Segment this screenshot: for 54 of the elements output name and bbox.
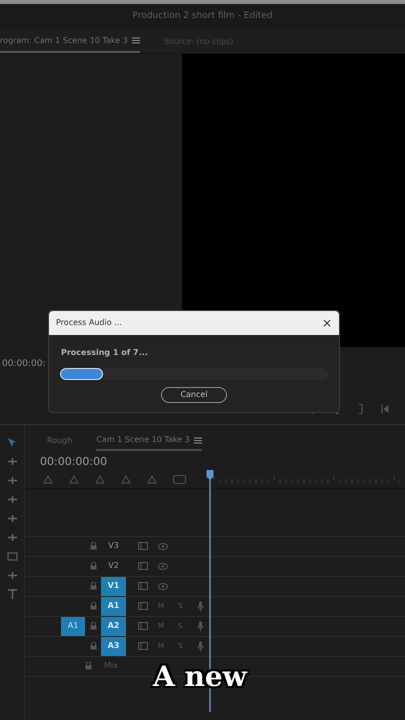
menu-icon[interactable]: [132, 37, 140, 44]
window-title: Production 2 short film - Edited: [132, 10, 272, 24]
go-to-in-icon[interactable]: [381, 404, 389, 414]
lock-icon[interactable]: [90, 542, 96, 550]
lock-icon[interactable]: [85, 662, 92, 670]
tool-icon[interactable]: [6, 570, 18, 581]
track-target[interactable]: A2: [101, 616, 126, 636]
lock-icon[interactable]: [90, 562, 96, 570]
eye-icon[interactable]: [158, 542, 168, 550]
microphone-icon[interactable]: [196, 620, 204, 632]
eye-icon[interactable]: [158, 562, 168, 570]
close-button[interactable]: ×: [322, 317, 332, 329]
lock-icon[interactable]: [90, 602, 96, 610]
timecode: 00:00:00:00: [39, 454, 108, 470]
sequence-tab[interactable]: Cam 1 Scene 10 Take 3: [96, 431, 202, 451]
lock-icon[interactable]: [90, 642, 96, 650]
film-icon[interactable]: [138, 622, 148, 630]
tool-icon[interactable]: [6, 456, 18, 467]
timeline-tool-icon[interactable]: [43, 474, 53, 484]
captions-icon[interactable]: [173, 474, 186, 484]
tool-icon[interactable]: [6, 475, 18, 486]
tool-icon[interactable]: [6, 494, 18, 505]
microphone-icon[interactable]: [196, 600, 204, 612]
timeline-tool-icon[interactable]: [69, 474, 79, 484]
tool-icon[interactable]: [6, 551, 18, 562]
tool-icon[interactable]: [6, 513, 18, 524]
panel-tab[interactable]: rogram: Cam 1 Scene 10 Take 3: [0, 30, 140, 53]
mark-out-icon[interactable]: [358, 404, 363, 414]
timeline-tool-icon[interactable]: [95, 474, 105, 484]
track-target[interactable]: A1: [101, 596, 126, 616]
timeline-tool-icon[interactable]: [147, 474, 157, 484]
film-icon[interactable]: [138, 602, 148, 610]
timecode: 00:00:00:: [1, 358, 46, 370]
tool-icon[interactable]: [6, 437, 18, 448]
timeline-tool-icon[interactable]: [121, 474, 131, 484]
menu-icon[interactable]: [194, 436, 202, 444]
track-target[interactable]: A3: [101, 636, 126, 656]
track-target[interactable]: V1: [101, 576, 126, 596]
tool-icon[interactable]: [6, 589, 18, 600]
lock-icon[interactable]: [90, 622, 96, 630]
eye-icon[interactable]: [158, 582, 168, 590]
microphone-icon[interactable]: [196, 640, 204, 652]
film-icon[interactable]: [138, 642, 148, 650]
film-icon[interactable]: [138, 582, 148, 590]
status-text: Processing 1 of 7...: [61, 347, 149, 359]
tool-icon[interactable]: [6, 532, 18, 543]
dialog-title: Process Audio ...: [56, 317, 122, 329]
track-label: Mix: [104, 660, 118, 672]
lock-icon[interactable]: [90, 582, 96, 590]
cancel-button[interactable]: Cancel: [161, 387, 227, 403]
film-icon[interactable]: [138, 562, 148, 570]
sequence-tab[interactable]: Rough: [47, 431, 72, 451]
source-patch[interactable]: A1: [61, 616, 85, 636]
film-icon[interactable]: [138, 542, 148, 550]
